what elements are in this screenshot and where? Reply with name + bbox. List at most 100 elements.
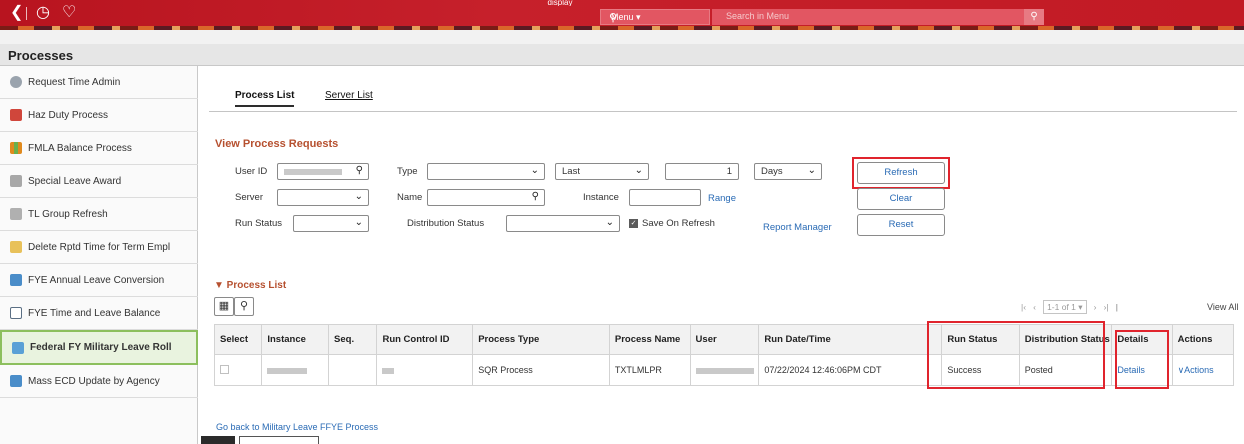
user-id-label: User ID [235, 166, 268, 177]
last-select-value: Last [562, 166, 580, 177]
days-select[interactable]: Days ⌄ [754, 163, 822, 180]
days-select-value: Days [761, 166, 783, 177]
previous-page-icon[interactable]: ‹ [1033, 302, 1036, 312]
sidebar-item-label: Federal FY Military Leave Roll [30, 342, 172, 353]
sidebar-item-fye-time-and-leave-balance[interactable]: FYE Time and Leave Balance [0, 297, 198, 330]
sidebar-item-haz-duty-process[interactable]: Haz Duty Process [0, 99, 198, 132]
checkbox-checked-icon[interactable]: ✓ [629, 219, 638, 228]
chevron-down-icon: ⌄ [605, 217, 614, 228]
name-label: Name [397, 192, 423, 203]
sidebar-item-fye-annual-leave-conversion[interactable]: FYE Annual Leave Conversion [0, 264, 198, 297]
column-header[interactable]: Process Type [472, 324, 610, 355]
first-page-icon[interactable]: |‹ [1021, 302, 1026, 312]
process-name-cell: TXTLMLPR [608, 354, 691, 386]
distribution-status-select[interactable]: ⌄ [506, 215, 620, 232]
name-field[interactable]: ⚲ [427, 189, 545, 206]
user-cell [689, 354, 760, 386]
view-all-link[interactable]: View All [1207, 302, 1238, 312]
last-select[interactable]: Last ⌄ [555, 163, 649, 180]
heart-icon[interactable]: ♡ [62, 4, 76, 22]
server-select[interactable]: ⌄ [277, 189, 369, 206]
save-on-refresh[interactable]: ✓ Save On Refresh [629, 218, 715, 229]
sidebar-item-mass-ecd-update[interactable]: Mass ECD Update by Agency [0, 365, 198, 398]
column-header[interactable]: User [689, 324, 760, 355]
go-back-link[interactable]: Go back to Military Leave FFYE Process [216, 422, 378, 432]
clear-button[interactable]: Clear [857, 188, 945, 210]
count-input[interactable]: 1 [665, 163, 739, 180]
column-header: Select [213, 324, 263, 355]
sidebar-item-special-leave-award[interactable]: Special Leave Award [0, 165, 198, 198]
sidebar-item-label: Special Leave Award [28, 175, 122, 187]
refresh-highlight [852, 157, 950, 189]
partial-button[interactable] [201, 436, 235, 444]
column-header: Actions [1171, 324, 1235, 355]
chevron-left-icon[interactable]: ❮ [10, 4, 23, 22]
chevron-down-icon: ⌄ [807, 165, 816, 176]
page-header: Processes [0, 44, 1244, 66]
sidebar-item-label: FYE Annual Leave Conversion [28, 274, 165, 286]
run-status-label: Run Status [235, 218, 282, 229]
select-checkbox[interactable] [220, 364, 229, 374]
redacted-value [382, 367, 395, 374]
next-page-icon[interactable]: › [1094, 302, 1097, 312]
actions-link[interactable]: ∨Actions [1178, 365, 1214, 375]
sidebar-item-delete-rptd-time[interactable]: Delete Rptd Time for Term Empl [0, 231, 198, 264]
user-id-field[interactable]: ⚲ [277, 163, 369, 180]
award-icon [10, 175, 22, 187]
reset-button[interactable]: Reset [857, 214, 945, 236]
run-date-time-cell: 07/22/2024 12:46:06PM CDT [758, 354, 943, 386]
delete-icon [10, 241, 22, 253]
redacted-value [284, 169, 342, 175]
menu-label: Menu ▾ [611, 11, 641, 22]
search-button[interactable]: ⚲ [1024, 9, 1044, 25]
column-header[interactable]: Process Name [608, 324, 691, 355]
sidebar-item-label: Delete Rptd Time for Term Empl [28, 241, 171, 253]
search-icon[interactable]: ⚲ [234, 297, 254, 316]
chevron-down-icon: ⌄ [530, 165, 539, 176]
last-page-icon[interactable]: ›| [1104, 302, 1109, 312]
column-header[interactable]: Run Date/Time [758, 324, 943, 355]
update-icon [10, 375, 22, 387]
tab-server-list[interactable]: Server List [325, 90, 373, 101]
type-select[interactable]: ⌄ [427, 163, 545, 180]
run-control-id-cell [376, 354, 474, 386]
menu-dropdown-button[interactable]: Menu ▾ ⚲ [600, 9, 710, 25]
report-manager-link[interactable]: Report Manager [763, 222, 832, 233]
clock-icon [10, 76, 22, 88]
partial-button[interactable] [239, 436, 319, 444]
sidebar-item-request-time-admin[interactable]: Request Time Admin [0, 66, 198, 99]
redacted-value [267, 367, 308, 374]
sidebar-item-tl-group-refresh[interactable]: TL Group Refresh [0, 198, 198, 231]
run-status-select[interactable]: ⌄ [293, 215, 369, 232]
menu-search-input[interactable]: Search in Menu [712, 9, 1024, 25]
column-header[interactable]: Instance [261, 324, 330, 355]
type-label: Type [397, 166, 418, 177]
select-cell [213, 354, 263, 386]
range-link[interactable]: Range [708, 193, 736, 204]
process-list-title[interactable]: ▼ Process List [214, 280, 286, 291]
view-process-requests-title: View Process Requests [215, 138, 339, 150]
banner-strip [0, 30, 1244, 44]
chevron-down-icon: ⌄ [354, 191, 363, 202]
actions-cell: ∨Actions [1171, 354, 1235, 386]
tab-process-list[interactable]: Process List [235, 90, 295, 107]
process-type-cell: SQR Process [472, 354, 610, 386]
instance-input[interactable] [629, 189, 701, 206]
lookup-icon[interactable]: ⚲ [356, 165, 363, 176]
chart-icon [10, 142, 22, 154]
personalize-grid-icon[interactable]: ▦ [214, 297, 234, 316]
sidebar-item-label: FMLA Balance Process [28, 142, 132, 154]
column-header[interactable]: Run Control ID [376, 324, 474, 355]
column-header[interactable]: Seq. [328, 324, 378, 355]
sidebar: Request Time Admin Haz Duty Process FMLA… [0, 66, 198, 444]
main-content: Process List Server List View Process Re… [199, 66, 1244, 444]
sidebar-item-label: Request Time Admin [28, 76, 121, 88]
sidebar-item-federal-fy-military-leave-roll[interactable]: Federal FY Military Leave Roll [0, 330, 198, 365]
clock-icon[interactable]: ◷ [36, 4, 50, 22]
sidebar-item-fmla-balance-process[interactable]: FMLA Balance Process [0, 132, 198, 165]
redacted-value [695, 367, 754, 374]
pager-controls[interactable]: |‹ ‹ 1-1 of 1 ▾ › ›| | [1021, 300, 1118, 314]
save-on-refresh-label: Save On Refresh [642, 218, 715, 229]
lookup-icon[interactable]: ⚲ [532, 191, 539, 202]
page-select[interactable]: 1-1 of 1 ▾ [1043, 300, 1087, 314]
